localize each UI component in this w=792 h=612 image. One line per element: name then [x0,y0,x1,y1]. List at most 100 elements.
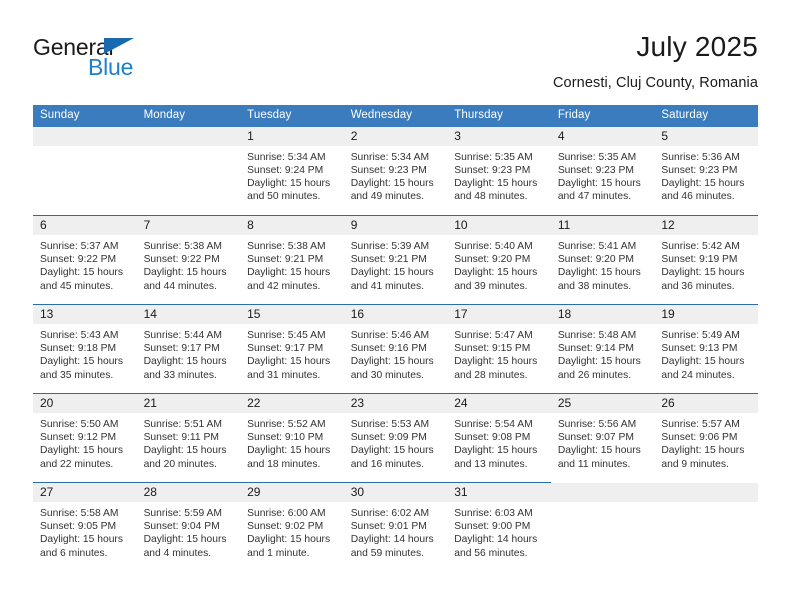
daylight-duration-line2: and 9 minutes. [661,458,729,470]
calendar-day-cell[interactable]: 6 Sunrise: 5:37 AM Sunset: 9:22 PM Daylight… [33,215,137,305]
daylight-duration-line2: and 11 minutes. [557,458,631,470]
daylight-duration-line2: and 1 minute. [247,547,310,559]
day-number: 19 [654,305,758,324]
calendar-day-cell[interactable]: 16 Sunrise: 5:46 AM Sunset: 9:16 PM Dayligh… [343,304,448,394]
calendar-day-cell[interactable]: 13 Sunrise: 5:43 AM Sunset: 9:18 PM Dayligh… [33,304,137,394]
calendar-day-cell[interactable]: 12 Sunrise: 5:42 AM Sunset: 9:19 PM Dayligh… [654,215,758,305]
calendar-day-cell[interactable]: 24 Sunrise: 5:54 AM Sunset: 9:08 PM Dayligh… [447,393,551,483]
calendar-day-cell[interactable]: 1 Sunrise: 5:34 AM Sunset: 9:24 PM Daylight… [240,126,344,216]
day-details: Sunrise: 6:02 AM Sunset: 9:01 PM Daylight:… [344,502,448,560]
calendar-day-cell[interactable]: 7 Sunrise: 5:38 AM Sunset: 9:22 PM Daylight… [136,215,241,305]
calendar-empty-cell [33,126,137,216]
daylight-duration-line2: and 46 minutes. [661,191,735,203]
calendar-table: Sunday Monday Tuesday Wednesday Thursday… [33,105,758,572]
sunset-time: Sunset: 9:01 PM [350,521,427,533]
daylight-duration-line1: Daylight: 15 hours [661,177,745,189]
day-number: 27 [33,483,137,502]
day-number: 16 [343,305,448,324]
day-number: 5 [654,126,758,146]
daylight-duration-line1: Daylight: 15 hours [350,267,434,279]
calendar-page: General Blue July 2025 Cornesti, Cluj Co… [0,0,792,612]
daylight-duration-line2: and 16 minutes. [350,458,424,470]
calendar-day-cell[interactable]: 4 Sunrise: 5:35 AM Sunset: 9:23 PM Daylight… [550,126,655,216]
day-number: 31 [447,483,551,502]
weekday-header-friday: Friday [550,105,655,127]
calendar-day-cell[interactable]: 3 Sunrise: 5:35 AM Sunset: 9:23 PM Daylight… [447,126,551,216]
day-number: 23 [343,394,448,413]
day-details: Sunrise: 5:49 AM Sunset: 9:13 PM Daylight:… [654,324,758,382]
sunset-time: Sunset: 9:19 PM [661,254,738,266]
day-details: Sunrise: 5:51 AM Sunset: 9:11 PM Daylight:… [137,413,241,471]
sunset-time: Sunset: 9:22 PM [40,254,117,266]
sunset-time: Sunset: 9:13 PM [661,343,738,355]
daylight-duration-line2: and 24 minutes. [661,369,735,381]
sunset-time: Sunset: 9:21 PM [247,254,324,266]
day-details: Sunrise: 5:36 AM Sunset: 9:23 PM Daylight:… [654,146,758,204]
day-number: 29 [240,483,344,502]
sunset-time: Sunset: 9:23 PM [661,164,738,176]
calendar-day-cell[interactable]: 23 Sunrise: 5:53 AM Sunset: 9:09 PM Dayligh… [343,393,448,483]
day-number: 8 [240,216,344,235]
day-details: Sunrise: 5:59 AM Sunset: 9:04 PM Daylight:… [137,502,241,560]
day-number [33,127,137,146]
sunrise-time: Sunrise: 5:39 AM [350,241,430,252]
daylight-duration-line1: Daylight: 15 hours [350,177,434,189]
daylight-duration-line2: and 26 minutes. [557,369,632,381]
calendar-day-cell[interactable]: 8 Sunrise: 5:38 AM Sunset: 9:21 PM Daylight… [240,215,344,305]
calendar-day-cell[interactable]: 15 Sunrise: 5:45 AM Sunset: 9:17 PM Dayligh… [240,304,344,394]
day-number: 15 [240,305,344,324]
day-details: Sunrise: 6:03 AM Sunset: 9:00 PM Daylight:… [447,502,551,560]
daylight-duration-line1: Daylight: 14 hours [454,534,538,546]
sunrise-time: Sunrise: 5:52 AM [247,419,326,430]
sunrise-time: Sunrise: 5:34 AM [350,151,430,163]
day-number: 26 [654,394,758,413]
day-details: Sunrise: 5:44 AM Sunset: 9:17 PM Daylight:… [137,324,241,382]
calendar-day-cell[interactable]: 30 Sunrise: 6:02 AM Sunset: 9:01 PM Dayligh… [343,482,448,572]
sunrise-time: Sunrise: 5:43 AM [40,330,119,341]
calendar-header-row: Sunday Monday Tuesday Wednesday Thursday… [33,105,758,127]
calendar-day-cell[interactable]: 18 Sunrise: 5:48 AM Sunset: 9:14 PM Dayligh… [550,304,655,394]
sunset-time: Sunset: 9:00 PM [454,521,531,533]
calendar-day-cell[interactable]: 19 Sunrise: 5:49 AM Sunset: 9:13 PM Dayligh… [654,304,758,394]
calendar-day-cell[interactable]: 25 Sunrise: 5:56 AM Sunset: 9:07 PM Dayligh… [550,393,655,483]
calendar-day-cell[interactable]: 5 Sunrise: 5:36 AM Sunset: 9:23 PM Daylight… [654,126,758,216]
sunrise-time: Sunrise: 5:35 AM [454,151,533,163]
daylight-duration-line1: Daylight: 15 hours [40,445,123,457]
calendar-day-cell[interactable]: 17 Sunrise: 5:47 AM Sunset: 9:15 PM Dayligh… [447,304,551,394]
daylight-duration-line2: and 30 minutes. [350,369,424,381]
calendar-day-cell[interactable]: 28 Sunrise: 5:59 AM Sunset: 9:04 PM Dayligh… [136,482,241,572]
day-details: Sunrise: 5:35 AM Sunset: 9:23 PM Daylight:… [551,146,655,204]
daylight-duration-line2: and 36 minutes. [661,280,735,292]
daylight-duration-line2: and 49 minutes. [350,191,424,203]
sunset-time: Sunset: 9:24 PM [247,164,324,176]
calendar-day-cell[interactable]: 2 Sunrise: 5:34 AM Sunset: 9:23 PM Daylight… [343,126,448,216]
calendar-day-cell[interactable]: 21 Sunrise: 5:51 AM Sunset: 9:11 PM Dayligh… [136,393,241,483]
calendar-day-cell[interactable]: 9 Sunrise: 5:39 AM Sunset: 9:21 PM Daylight… [343,215,448,305]
sunset-time: Sunset: 9:17 PM [247,343,324,355]
daylight-duration-line1: Daylight: 15 hours [454,267,538,279]
calendar-day-cell[interactable]: 22 Sunrise: 5:52 AM Sunset: 9:10 PM Dayligh… [240,393,344,483]
calendar-day-cell[interactable]: 10 Sunrise: 5:40 AM Sunset: 9:20 PM Dayligh… [447,215,551,305]
day-details: Sunrise: 5:57 AM Sunset: 9:06 PM Daylight:… [654,413,758,471]
day-number: 21 [136,394,241,413]
day-number: 20 [33,394,137,413]
sunset-time: Sunset: 9:05 PM [40,521,117,533]
sunset-time: Sunset: 9:14 PM [557,343,634,355]
day-details: Sunrise: 5:38 AM Sunset: 9:21 PM Daylight:… [240,235,344,293]
calendar-day-cell[interactable]: 11 Sunrise: 5:41 AM Sunset: 9:20 PM Dayligh… [550,215,655,305]
weekday-header-monday: Monday [136,105,241,127]
daylight-duration-line1: Daylight: 15 hours [557,356,641,368]
calendar-week-row: 27 Sunrise: 5:58 AM Sunset: 9:05 PM Dayligh… [33,482,758,572]
calendar-day-cell[interactable]: 31 Sunrise: 6:03 AM Sunset: 9:00 PM Dayligh… [447,482,551,572]
calendar-week-row: 20 Sunrise: 5:50 AM Sunset: 9:12 PM Dayligh… [33,393,758,483]
calendar-day-cell[interactable]: 29 Sunrise: 6:00 AM Sunset: 9:02 PM Dayligh… [240,482,344,572]
calendar-day-cell[interactable]: 20 Sunrise: 5:50 AM Sunset: 9:12 PM Dayligh… [33,393,137,483]
calendar-day-cell[interactable]: 14 Sunrise: 5:44 AM Sunset: 9:17 PM Dayligh… [136,304,241,394]
calendar-day-cell[interactable]: 27 Sunrise: 5:58 AM Sunset: 9:05 PM Dayligh… [33,482,137,572]
daylight-duration-line1: Daylight: 15 hours [247,267,331,279]
daylight-duration-line2: and 39 minutes. [454,280,528,292]
day-number: 24 [447,394,551,413]
general-blue-logo[interactable]: General Blue [33,34,243,90]
sunset-time: Sunset: 9:07 PM [557,432,634,444]
calendar-day-cell[interactable]: 26 Sunrise: 5:57 AM Sunset: 9:06 PM Dayligh… [654,393,758,483]
